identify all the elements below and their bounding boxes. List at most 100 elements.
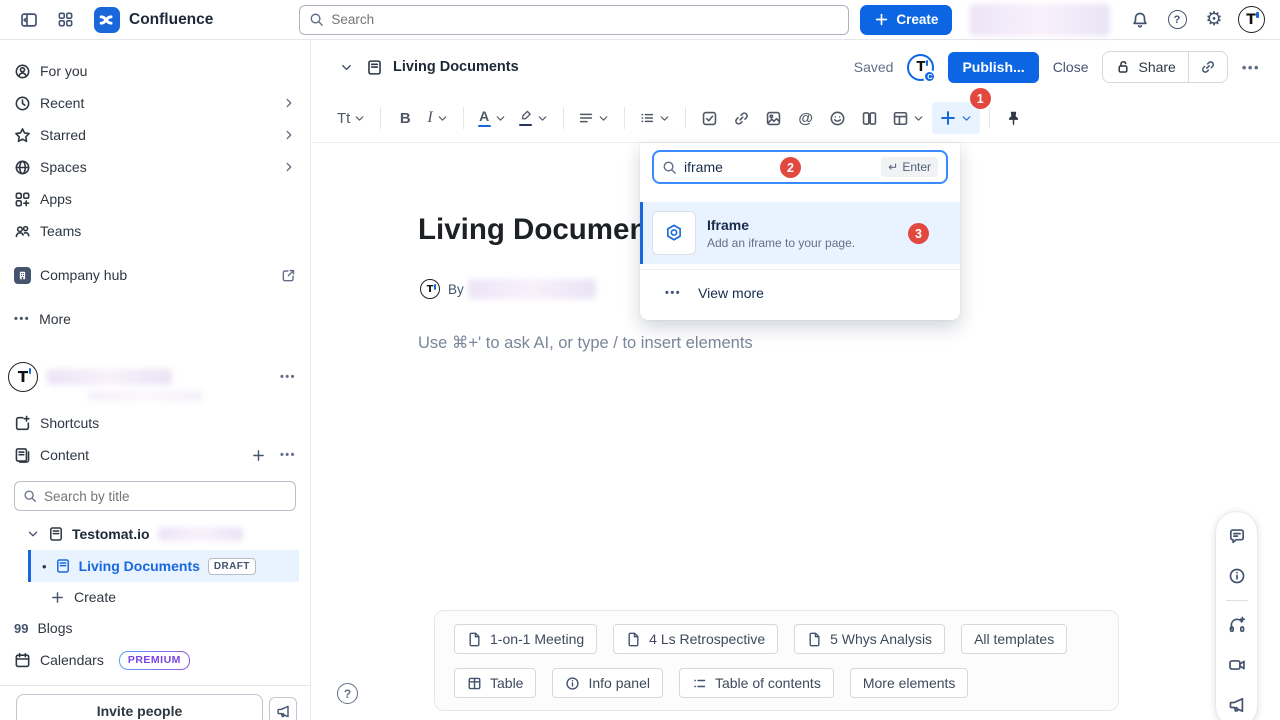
editor-placeholder[interactable]: Use ⌘+' to ask AI, or type / to insert e… [418,333,753,353]
close-button[interactable]: Close [1053,59,1089,75]
publish-button[interactable]: Publish... [948,52,1038,83]
app-switcher-button[interactable] [50,5,80,35]
text-color-button[interactable]: A [473,102,512,134]
sidebar-item-recent[interactable]: Recent [0,87,310,119]
task-list-button[interactable] [695,102,725,134]
link-icon [733,110,750,127]
details-info-button[interactable] [1220,556,1254,596]
user-avatar: T [1238,6,1265,33]
layouts-button[interactable] [855,102,885,134]
create-button[interactable]: Create [860,5,952,35]
redacted-author-name [468,279,596,299]
page-title[interactable]: Living Documents [418,213,674,247]
plus-icon [874,12,889,27]
space-avatar: T [8,362,38,392]
plus-icon [939,109,957,127]
sidebar-item-spaces[interactable]: Spaces [0,151,310,183]
mention-button[interactable]: @ [791,102,821,134]
template-5-whys-analysis[interactable]: 5 Whys Analysis [794,624,945,654]
checkbox-icon [701,110,718,127]
info-icon [1228,567,1246,585]
sidebar-item-company-hub[interactable]: Company hub [0,259,310,291]
italic-button[interactable]: I [422,102,453,134]
content-add-button[interactable] [247,443,271,467]
insert-element-button[interactable]: 1 [932,102,980,134]
alignment-button[interactable] [573,102,615,134]
tree-create-button[interactable]: Create [0,582,310,612]
confluence-brand[interactable]: Confluence [94,7,213,33]
global-search-input[interactable] [331,12,839,27]
comments-button[interactable] [1220,516,1254,556]
top-nav-right: ? ⚙ T [956,4,1266,36]
bold-button[interactable]: B [390,102,420,134]
chevron-down-icon [494,112,507,125]
text-style-button[interactable]: Tt [332,102,371,134]
insert-link-button[interactable] [727,102,757,134]
author-avatar[interactable]: T [420,279,440,299]
table-button[interactable] [887,102,930,134]
sidebar-item-starred[interactable]: Starred [0,119,310,151]
pin-toolbar-button[interactable] [999,102,1029,134]
quote-icon: 99 [14,622,28,635]
collaborator-avatar[interactable]: T C [907,54,934,81]
profile-button[interactable]: T [1236,5,1266,35]
emoji-button[interactable] [823,102,853,134]
insert-info-panel-button[interactable]: Info panel [552,668,663,698]
insert-search-box[interactable]: 2 ↵ Enter [652,150,948,184]
sidebar-item-calendars[interactable]: Calendars PREMIUM [0,644,310,676]
sidebar-item-shortcuts[interactable]: Shortcuts [0,407,310,439]
template-row-1: 1-on-1 Meeting 4 Ls Retrospective 5 Whys… [454,624,1099,654]
breadcrumb-title[interactable]: Living Documents [393,59,519,75]
notifications-button[interactable] [1125,5,1155,35]
header-more-button[interactable]: ••• [1242,60,1260,75]
video-button[interactable] [1220,645,1254,685]
copy-link-button[interactable] [1189,52,1227,82]
sidebar-footer: Invite people [0,686,310,720]
sidebar-item-content[interactable]: Content ••• [0,439,310,471]
tree-item-space-root[interactable]: Testomat.io [0,519,310,549]
view-more-item[interactable]: ••• View more [640,270,960,316]
chevron-down-icon [436,112,449,125]
iframe-icon [652,211,696,255]
space-more-button[interactable]: ••• [280,371,296,383]
help-button[interactable]: ? [1162,5,1192,35]
highlight-color-button[interactable] [514,102,554,134]
insert-table-button[interactable]: Table [454,668,536,698]
global-search[interactable] [299,5,849,35]
settings-button[interactable]: ⚙ [1199,5,1229,35]
insert-toc-button[interactable]: Table of contents [679,668,834,698]
sidebar-item-teams[interactable]: Teams [0,215,310,247]
table-icon [467,676,482,691]
share-group: Share [1102,51,1227,83]
sidebar-item-blogs[interactable]: 99 Blogs [0,612,310,644]
sidebar-item-more[interactable]: ••• More [0,303,310,335]
comment-icon [1228,527,1246,545]
template-4ls-retrospective[interactable]: 4 Ls Retrospective [613,624,778,654]
collapse-sidebar-button[interactable] [14,5,44,35]
insert-result-iframe[interactable]: Iframe Add an iframe to your page. 3 [640,202,960,264]
template-1on1-meeting[interactable]: 1-on-1 Meeting [454,624,597,654]
audio-huddle-button[interactable] [1220,605,1254,645]
share-button[interactable]: Share [1103,52,1187,82]
sidebar-item-for-you[interactable]: For you [0,55,310,87]
more-elements-button[interactable]: More elements [850,668,969,698]
help-icon: ? [337,683,358,704]
announcements-button[interactable] [1220,685,1254,720]
editor-help-button[interactable]: ? [337,683,358,704]
redacted-user-info [970,4,1110,36]
breadcrumb-expand-button[interactable] [334,55,358,79]
feedback-megaphone-button[interactable] [269,697,297,720]
sidebar-search[interactable] [14,481,296,511]
all-templates-button[interactable]: All templates [961,624,1067,654]
invite-people-button[interactable]: Invite people [16,694,263,720]
video-camera-icon [1228,656,1246,674]
content-more-button[interactable]: ••• [280,449,296,461]
lists-button[interactable] [634,102,676,134]
page-icon [48,526,64,542]
table-icon [892,110,909,127]
sidebar-search-input[interactable] [44,489,287,504]
insert-image-button[interactable] [759,102,789,134]
sidebar-item-apps[interactable]: Apps [0,183,310,215]
redacted-space-name [47,369,172,385]
tree-item-living-documents[interactable]: • Living Documents DRAFT [28,550,299,582]
